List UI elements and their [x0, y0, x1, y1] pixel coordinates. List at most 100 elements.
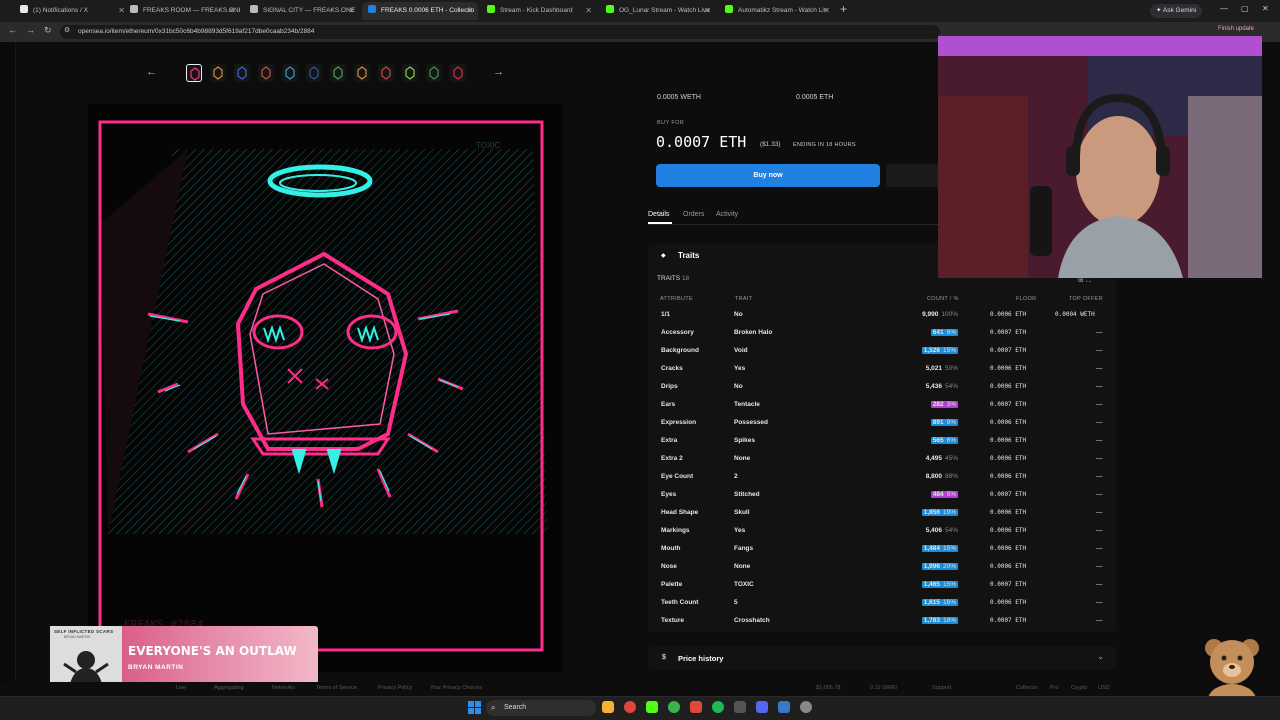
song-title: EVERYONE'S AN OUTLAW: [128, 644, 297, 658]
pinned-app-icon[interactable]: [690, 701, 702, 713]
tab-label: Stream - Kick Dashboard: [500, 7, 573, 14]
url-input[interactable]: opensea.io/item/ethereum/0x31bc50c6b4b98…: [60, 25, 940, 39]
collection-thumbnail[interactable]: [258, 64, 274, 82]
collection-thumbnail[interactable]: [426, 64, 442, 82]
collection-thumbnail[interactable]: [234, 64, 250, 82]
opensea-footer: [0, 682, 1280, 696]
trait-row[interactable]: Extra 2 None 4,495 45% 0.0006 ETH —: [648, 451, 1116, 469]
trait-top-offer: —: [1096, 527, 1103, 534]
footer-link[interactable]: 0.12 GWEI: [870, 685, 897, 691]
trait-row[interactable]: Texture Crosshatch 1,783 18% 0.0007 ETH —: [648, 613, 1116, 631]
trait-row[interactable]: Extra Spikes 565 6% 0.0006 ETH —: [648, 433, 1116, 451]
ask-gemini-button[interactable]: ✦ Ask Gemini: [1150, 4, 1203, 18]
reload-icon[interactable]: ↻: [44, 25, 52, 36]
settings-icon[interactable]: [800, 701, 812, 713]
spotify-icon[interactable]: [712, 701, 724, 713]
trait-row[interactable]: Head Shape Skull 1,856 19% 0.0006 ETH —: [648, 505, 1116, 523]
browser-tab[interactable]: SIGNAL CITY — FREAKS.ONE ✕: [244, 2, 360, 20]
footer-link[interactable]: Your Privacy Choices: [430, 685, 482, 691]
footer-link[interactable]: Support: [932, 685, 951, 691]
windows-taskbar: [0, 696, 1280, 720]
trait-row[interactable]: Drips No 5,436 54% 0.0006 ETH —: [648, 379, 1116, 397]
trait-row[interactable]: Markings Yes 5,406 54% 0.0006 ETH —: [648, 523, 1116, 541]
make-offer-button[interactable]: [886, 164, 946, 187]
trait-value: Tentacle: [734, 401, 760, 408]
back-icon[interactable]: ←: [8, 25, 17, 35]
collection-thumbnail[interactable]: [330, 64, 346, 82]
footer-link[interactable]: Crypto: [1071, 685, 1087, 691]
trait-value: Yes: [734, 527, 746, 534]
browser-tab[interactable]: (1) Notifications / X ✕: [14, 2, 130, 20]
browser-tab[interactable]: FREAKS 0.0006 ETH - Collectio ✕: [362, 2, 478, 20]
new-tab-button[interactable]: +: [840, 2, 847, 16]
file-explorer-icon[interactable]: [602, 701, 614, 713]
footer-link[interactable]: Privacy Policy: [378, 685, 412, 691]
traits-header[interactable]: Traits: [678, 251, 699, 260]
buy-now-button[interactable]: Buy now: [656, 164, 880, 187]
site-info-icon[interactable]: ⚙: [64, 26, 70, 34]
trait-row[interactable]: Eye Count 2 8,800 88% 0.0006 ETH —: [648, 469, 1116, 487]
trait-attribute: Teeth Count: [661, 599, 699, 606]
prev-item-icon[interactable]: ←: [146, 66, 157, 78]
windows-start-icon[interactable]: [468, 701, 481, 714]
browser-tab[interactable]: Automatikz Stream - Watch Liv ✕: [719, 2, 835, 20]
footer-link[interactable]: Terms of Service: [316, 685, 357, 691]
trait-row[interactable]: 1/1 No 9,990 100% 0.0006 ETH 0.0004 WETH: [648, 307, 1116, 325]
trait-row[interactable]: Palette TOXIC 1,465 15% 0.0007 ETH —: [648, 577, 1116, 595]
tab-close-icon[interactable]: ✕: [228, 2, 235, 20]
obs-icon[interactable]: [734, 701, 746, 713]
minimize-icon[interactable]: —: [1220, 4, 1228, 13]
collection-thumbnail[interactable]: [450, 64, 466, 82]
tab-close-icon[interactable]: ✕: [823, 2, 830, 20]
steam-icon[interactable]: [778, 701, 790, 713]
tab-close-icon[interactable]: ✕: [466, 2, 473, 20]
price-history-section[interactable]: $ Price history ⌄: [648, 646, 1116, 670]
footer-link[interactable]: Live: [176, 685, 186, 691]
forward-icon[interactable]: →: [26, 25, 35, 35]
footer-link[interactable]: $2,006.78: [816, 685, 840, 691]
kick-icon[interactable]: [646, 701, 658, 713]
trait-row[interactable]: Background Void 1,526 15% 0.0007 ETH —: [648, 343, 1116, 361]
trait-row[interactable]: Teeth Count 5 1,615 16% 0.0006 ETH —: [648, 595, 1116, 613]
collection-thumbnail[interactable]: [378, 64, 394, 82]
tab-details[interactable]: Details: [648, 211, 669, 218]
trait-row[interactable]: Cracks Yes 5,021 50% 0.0006 ETH —: [648, 361, 1116, 379]
nft-artwork[interactable]: TOXIC FREAKS #2884: [88, 104, 562, 672]
collection-thumbnail[interactable]: [306, 64, 322, 82]
tab-close-icon[interactable]: ✕: [704, 2, 711, 20]
trait-row[interactable]: Accessory Broken Halo 641 6% 0.0007 ETH —: [648, 325, 1116, 343]
trait-row[interactable]: Expression Possessed 891 9% 0.0006 ETH —: [648, 415, 1116, 433]
footer-link[interactable]: Pro: [1050, 685, 1059, 691]
collection-thumbnail[interactable]: [186, 64, 202, 82]
next-item-icon[interactable]: →: [493, 66, 504, 78]
browser-tab[interactable]: OG_Lunar Stream - Watch Live ✕: [600, 2, 716, 20]
trait-row[interactable]: Ears Tentacle 282 3% 0.0007 ETH —: [648, 397, 1116, 415]
footer-link[interactable]: USD: [1098, 685, 1110, 691]
collection-thumbnail[interactable]: [354, 64, 370, 82]
chrome-icon[interactable]: [624, 701, 636, 713]
trait-row[interactable]: Mouth Fangs 1,484 15% 0.0006 ETH —: [648, 541, 1116, 559]
tab-activity[interactable]: Activity: [716, 211, 738, 218]
tab-close-icon[interactable]: ✕: [348, 2, 355, 20]
close-window-icon[interactable]: ✕: [1262, 4, 1269, 13]
taskbar-search[interactable]: Search: [486, 700, 596, 716]
browser-tab[interactable]: Stream - Kick Dashboard ✕: [481, 2, 597, 20]
tab-orders[interactable]: Orders: [683, 211, 704, 218]
finish-update-button[interactable]: Finish update: [1218, 26, 1254, 32]
maximize-icon[interactable]: ▢: [1241, 4, 1249, 13]
col-attribute: ATTRIBUTE: [660, 296, 693, 302]
tab-close-icon[interactable]: ✕: [585, 2, 592, 20]
discord-icon[interactable]: [756, 701, 768, 713]
footer-link[interactable]: Networks: [272, 685, 295, 691]
trait-count: 8,800 88%: [926, 473, 958, 480]
trait-row[interactable]: Eyes Stitched 484 5% 0.0007 ETH —: [648, 487, 1116, 505]
trait-row[interactable]: Nose None 1,996 20% 0.0006 ETH —: [648, 559, 1116, 577]
chrome-alt-icon[interactable]: [668, 701, 680, 713]
collection-thumbnail[interactable]: [402, 64, 418, 82]
collection-thumbnail[interactable]: [282, 64, 298, 82]
footer-link[interactable]: Aggregating: [214, 685, 244, 691]
footer-link[interactable]: Collector: [1016, 685, 1038, 691]
trait-count-value: 5,021: [925, 365, 942, 372]
collection-thumbnail[interactable]: [210, 64, 226, 82]
browser-tab[interactable]: FREAKS ROOM — FREAKS.ONE ✕: [124, 2, 240, 20]
